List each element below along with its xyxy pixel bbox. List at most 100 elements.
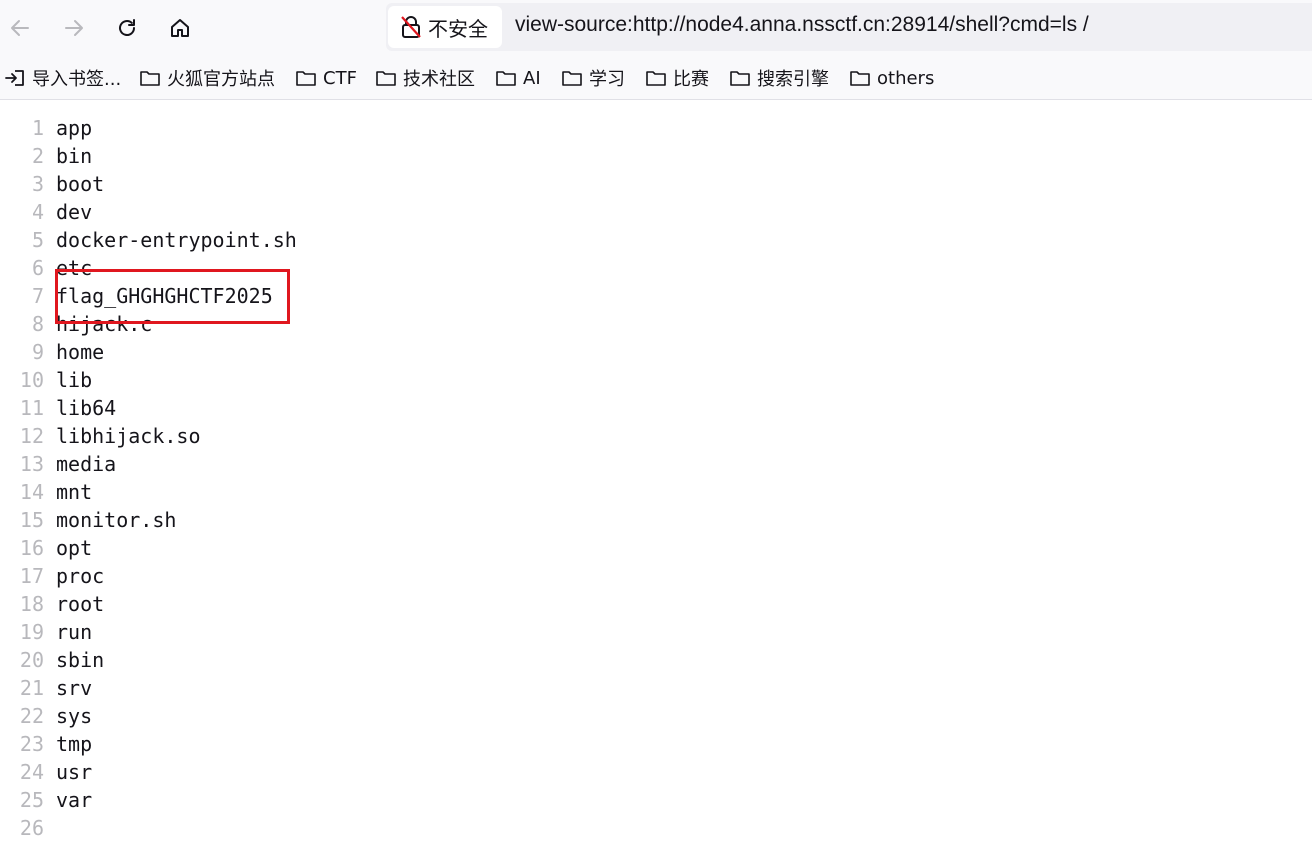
url-text[interactable]: view-source:http://node4.anna.nssctf.cn:… xyxy=(515,13,1089,37)
line-number: 8 xyxy=(31,312,44,336)
bookmark-label: 技术社区 xyxy=(403,69,475,90)
line-text: mnt xyxy=(56,480,93,504)
line-number: 21 xyxy=(19,676,44,700)
forward-button[interactable] xyxy=(54,8,94,48)
bookmark-label: 搜索引擎 xyxy=(757,69,829,90)
line-number: 5 xyxy=(31,228,44,252)
line-number: 1 xyxy=(31,116,44,140)
home-icon xyxy=(171,19,189,37)
line-text: bin xyxy=(56,144,93,168)
line-number: 7 xyxy=(31,284,44,308)
bookmark-label: AI xyxy=(523,67,541,89)
line-number: 19 xyxy=(19,620,44,644)
line-text: proc xyxy=(56,564,105,588)
reload-button[interactable] xyxy=(107,8,147,48)
back-button[interactable] xyxy=(0,8,40,48)
source-line: 19 run xyxy=(0,618,1312,646)
line-number: 14 xyxy=(19,480,44,504)
source-line: 17 proc xyxy=(0,562,1312,590)
home-button[interactable] xyxy=(160,8,200,48)
source-line: 21 srv xyxy=(0,674,1312,702)
security-label: 不安全 xyxy=(428,16,488,41)
folder-icon xyxy=(295,69,317,87)
bookmark-label: 导入书签... xyxy=(32,69,122,90)
line-number: 26 xyxy=(19,816,44,840)
line-number: 6 xyxy=(31,256,44,280)
bookmark-folder-tech-community[interactable]: 技术社区 xyxy=(375,65,475,91)
line-number: 4 xyxy=(31,200,44,224)
import-icon xyxy=(4,68,26,88)
folder-icon xyxy=(495,69,517,87)
line-number: 9 xyxy=(31,340,44,364)
line-number: 2 xyxy=(31,144,44,168)
line-text: lib64 xyxy=(56,396,117,420)
folder-icon xyxy=(561,69,583,87)
line-number: 12 xyxy=(19,424,44,448)
line-number: 16 xyxy=(19,536,44,560)
bookmarks-toolbar: 导入书签... 火狐官方站点 CTF 技术社区 AI 学习 比赛 搜索引擎 ot… xyxy=(0,56,1312,100)
bookmark-folder-search-engines[interactable]: 搜索引擎 xyxy=(729,65,829,91)
source-line: 1 app xyxy=(0,114,1312,142)
line-text: libhijack.so xyxy=(56,424,201,448)
source-line: 14 mnt xyxy=(0,478,1312,506)
source-line: 10 lib xyxy=(0,366,1312,394)
source-line: 2 bin xyxy=(0,142,1312,170)
source-line: 9 home xyxy=(0,338,1312,366)
line-number: 22 xyxy=(19,704,44,728)
line-number: 3 xyxy=(31,172,44,196)
line-text: lib xyxy=(56,368,93,392)
line-text: var xyxy=(56,788,93,812)
line-number: 23 xyxy=(19,732,44,756)
folder-icon xyxy=(375,69,397,87)
folder-icon xyxy=(645,69,667,87)
folder-icon xyxy=(139,69,161,87)
bookmark-folder-ctf[interactable]: CTF xyxy=(295,65,357,91)
source-line: 22 sys xyxy=(0,702,1312,730)
folder-icon xyxy=(729,69,751,87)
line-text: app xyxy=(56,116,93,140)
source-line: 23 tmp xyxy=(0,730,1312,758)
line-number: 24 xyxy=(19,760,44,784)
source-line: 12 libhijack.so xyxy=(0,422,1312,450)
source-line: 13 media xyxy=(0,450,1312,478)
bookmark-folder-contests[interactable]: 比赛 xyxy=(645,65,709,91)
line-text: run xyxy=(56,620,93,644)
bookmark-label: 学习 xyxy=(589,69,625,90)
line-number: 17 xyxy=(19,564,44,588)
line-text: sbin xyxy=(56,648,105,672)
line-text: root xyxy=(56,592,105,616)
security-indicator[interactable]: 不安全 xyxy=(388,6,502,48)
folder-icon xyxy=(849,69,871,87)
bookmark-import[interactable]: 导入书签... xyxy=(4,65,121,91)
line-number: 15 xyxy=(19,508,44,532)
bookmark-folder-others[interactable]: others xyxy=(849,65,934,91)
line-text: boot xyxy=(56,172,105,196)
line-text: tmp xyxy=(56,732,93,756)
line-text: monitor.sh xyxy=(56,508,177,532)
bookmark-folder-firefox[interactable]: 火狐官方站点 xyxy=(139,65,275,91)
line-number: 18 xyxy=(19,592,44,616)
source-line: 3 boot xyxy=(0,170,1312,198)
bookmark-label: CTF xyxy=(323,67,357,89)
insecure-lock-icon xyxy=(401,16,421,38)
bookmark-label: 火狐官方站点 xyxy=(167,69,275,90)
source-line: 18 root xyxy=(0,590,1312,618)
line-number: 10 xyxy=(19,368,44,392)
line-number: 13 xyxy=(19,452,44,476)
source-line: 26 xyxy=(0,814,1312,842)
line-text: srv xyxy=(56,676,93,700)
line-text: docker-entrypoint.sh xyxy=(56,228,297,252)
browser-toolbar: 不安全 view-source:http://node4.anna.nssctf… xyxy=(0,0,1312,56)
bookmark-folder-study[interactable]: 学习 xyxy=(561,65,625,91)
source-line: 20 sbin xyxy=(0,646,1312,674)
reload-icon xyxy=(119,19,135,36)
bookmark-label: others xyxy=(877,67,935,89)
bookmark-folder-ai[interactable]: AI xyxy=(495,65,541,91)
source-line: 5 docker-entrypoint.sh xyxy=(0,226,1312,254)
line-text: home xyxy=(56,340,105,364)
source-line: 16 opt xyxy=(0,534,1312,562)
line-text: media xyxy=(56,452,117,476)
line-number: 25 xyxy=(19,788,44,812)
source-line: 25 var xyxy=(0,786,1312,814)
line-number: 11 xyxy=(19,396,44,420)
